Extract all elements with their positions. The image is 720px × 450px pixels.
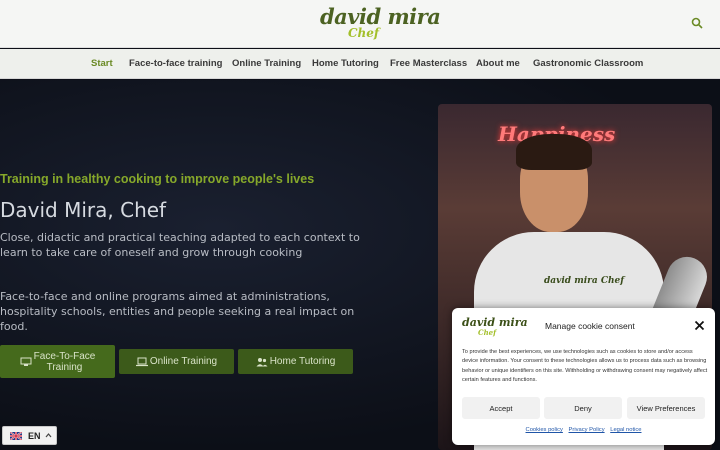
face-to-face-training-button[interactable]: Face-To-Face Training bbox=[0, 345, 115, 378]
chevron-up-icon bbox=[45, 433, 52, 438]
cookie-deny-button[interactable]: Deny bbox=[544, 397, 622, 419]
cookie-preferences-button[interactable]: View Preferences bbox=[627, 397, 705, 419]
legal-notice-link[interactable]: Legal notice bbox=[610, 427, 641, 433]
online-training-button[interactable]: Online Training bbox=[119, 349, 234, 374]
language-switcher[interactable]: EN bbox=[2, 426, 57, 445]
main-nav: Start Face-to-face training Online Train… bbox=[0, 49, 720, 79]
laptop-icon bbox=[135, 357, 148, 366]
uk-flag-icon bbox=[10, 432, 22, 440]
nav-item-start[interactable]: Start bbox=[91, 58, 113, 69]
language-code: EN bbox=[28, 431, 41, 441]
cookie-accept-button[interactable]: Accept bbox=[462, 397, 540, 419]
shirt-logo-text: david mira Chef bbox=[544, 276, 625, 286]
online-training-label: Online Training bbox=[149, 356, 218, 367]
hero-tagline: Training in healthy cooking to improve p… bbox=[0, 172, 315, 186]
nav-item-gastronomic-classroom[interactable]: Gastronomic Classroom bbox=[533, 58, 643, 69]
nav-item-free-masterclass[interactable]: Free Masterclass bbox=[390, 58, 467, 69]
cookie-logo: david mira Chef bbox=[462, 316, 528, 342]
site-header: david mira Chef bbox=[0, 0, 720, 48]
cookies-policy-link[interactable]: Cookies policy bbox=[526, 427, 563, 433]
cookie-logo-sub: Chef bbox=[478, 328, 497, 337]
users-icon bbox=[256, 357, 268, 366]
chef-hair bbox=[516, 134, 592, 170]
nav-item-face-to-face-training[interactable]: Face-to-face training bbox=[129, 58, 222, 69]
logo-main-text: david mira bbox=[320, 4, 441, 29]
search-icon[interactable] bbox=[691, 17, 703, 29]
cookie-title: Manage cookie consent bbox=[545, 321, 635, 331]
logo-sub-text: Chef bbox=[348, 26, 380, 40]
home-tutoring-button[interactable]: Home Tutoring bbox=[238, 349, 353, 374]
nav-item-home-tutoring[interactable]: Home Tutoring bbox=[312, 58, 379, 69]
classroom-icon bbox=[20, 357, 31, 366]
hero-description: Close, didactic and practical teaching a… bbox=[0, 231, 360, 259]
privacy-policy-link[interactable]: Privacy Policy bbox=[569, 427, 605, 433]
site-logo[interactable]: david mira Chef bbox=[318, 4, 441, 44]
nav-item-online-training[interactable]: Online Training bbox=[232, 58, 301, 69]
face-to-face-training-label: Face-To-Face Training bbox=[33, 350, 96, 373]
hero-title: David Mira, Chef bbox=[0, 198, 167, 222]
close-icon[interactable] bbox=[694, 320, 705, 331]
cookie-consent-banner: david mira Chef Manage cookie consent To… bbox=[452, 308, 715, 445]
nav-item-about-me[interactable]: About me bbox=[476, 58, 520, 69]
cookie-description: To provide the best experiences, we use … bbox=[462, 349, 708, 384]
hero-description-secondary: Face-to-face and online programs aimed a… bbox=[0, 290, 355, 333]
home-tutoring-label: Home Tutoring bbox=[269, 356, 336, 367]
cookie-links: Cookies policy Privacy Policy Legal noti… bbox=[452, 427, 715, 433]
